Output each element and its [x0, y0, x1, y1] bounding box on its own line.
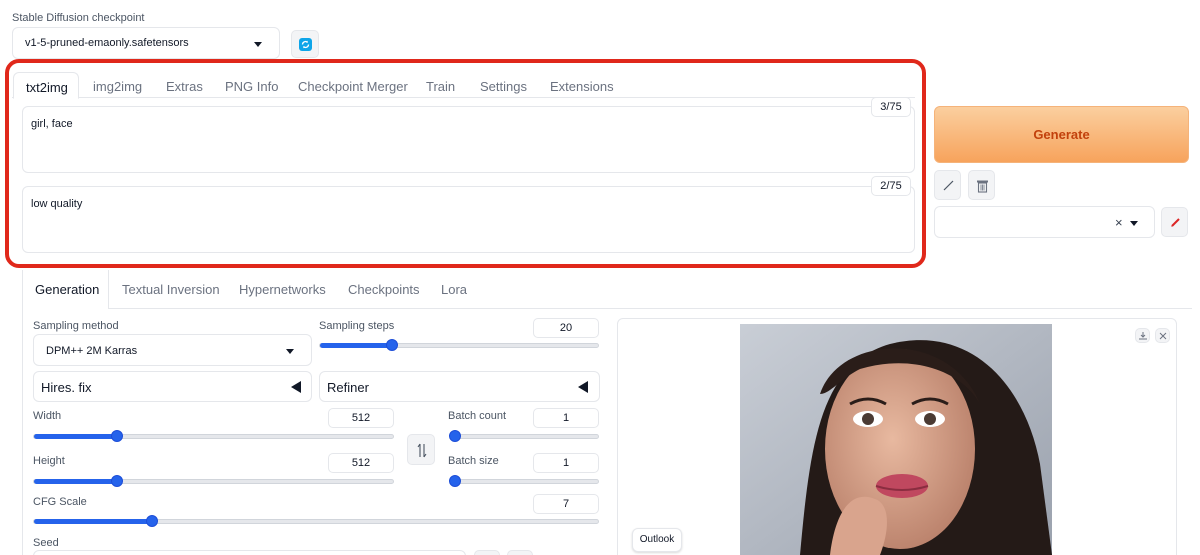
sampling-steps-label: Sampling steps — [319, 320, 395, 332]
prompt-token-counter: 3/75 — [871, 97, 911, 117]
tab-settings[interactable]: Settings — [480, 79, 527, 94]
clear-x-icon[interactable]: × — [1115, 215, 1123, 230]
slider-fill — [34, 434, 117, 439]
slider-thumb[interactable] — [386, 339, 399, 351]
width-label: Width — [33, 410, 62, 422]
seed-input[interactable] — [33, 550, 466, 555]
cfg-scale-input[interactable]: 7 — [533, 494, 599, 514]
pencil-line-icon — [943, 180, 954, 191]
refresh-icon — [299, 38, 312, 51]
apply-style-button[interactable] — [1161, 207, 1188, 237]
tab-extras[interactable]: Extras — [166, 79, 203, 94]
triangle-left-icon — [578, 381, 588, 393]
batch-size-input[interactable]: 1 — [533, 453, 599, 473]
width-slider[interactable] — [33, 430, 394, 442]
tab-checkpoint-merger[interactable]: Checkpoint Merger — [298, 79, 408, 94]
outlook-button[interactable]: Outlook — [632, 528, 682, 552]
checkpoint-select[interactable]: v1-5-pruned-emaonly.safetensors — [12, 27, 280, 59]
tab-png-info[interactable]: PNG Info — [225, 79, 278, 94]
batch-size-label: Batch size — [448, 455, 499, 467]
portrait-image — [740, 324, 1052, 555]
batch-count-input[interactable]: 1 — [533, 408, 599, 428]
sampling-method-value: DPM++ 2M Karras — [46, 345, 138, 357]
hires-fix-accordion[interactable]: Hires. fix — [33, 371, 312, 402]
tab-train[interactable]: Train — [426, 79, 455, 94]
sampling-steps-slider[interactable] — [319, 339, 599, 351]
slider-thumb[interactable] — [110, 430, 123, 442]
swap-dimensions-button[interactable] — [407, 434, 435, 465]
subtab-bar-line — [22, 308, 1192, 309]
checkpoint-value: v1-5-pruned-emaonly.safetensors — [25, 37, 189, 49]
subtab-textual-inversion[interactable]: Textual Inversion — [122, 282, 220, 297]
tab-bar-line — [12, 97, 915, 98]
close-button[interactable] — [1155, 328, 1170, 343]
slider-fill — [34, 519, 153, 524]
triangle-left-icon — [291, 381, 301, 393]
height-label: Height — [33, 455, 65, 467]
download-icon — [1139, 332, 1147, 340]
prompt-text: girl, face — [31, 118, 73, 130]
pencil-button[interactable] — [934, 170, 961, 200]
slider-thumb[interactable] — [449, 475, 461, 487]
checkpoint-label: Stable Diffusion checkpoint — [12, 12, 145, 24]
prompt-input[interactable]: girl, face — [22, 106, 915, 173]
sampling-method-label: Sampling method — [33, 320, 119, 332]
tab-extensions[interactable]: Extensions — [550, 79, 614, 94]
height-slider[interactable] — [33, 475, 394, 487]
refiner-accordion[interactable]: Refiner — [319, 371, 600, 402]
tab-img2img[interactable]: img2img — [93, 79, 142, 94]
batch-count-slider[interactable] — [449, 430, 599, 442]
brush-icon — [1171, 218, 1180, 227]
sampling-steps-input[interactable]: 20 — [533, 318, 599, 338]
close-icon — [1159, 332, 1167, 340]
panel-border-left — [22, 270, 23, 555]
trash-icon — [977, 180, 988, 193]
random-seed-button[interactable] — [474, 550, 500, 555]
slider-thumb[interactable] — [449, 430, 461, 442]
download-button[interactable] — [1135, 328, 1150, 343]
subtab-hypernetworks[interactable]: Hypernetworks — [239, 282, 326, 297]
batch-size-slider[interactable] — [449, 475, 599, 487]
slider-thumb[interactable] — [110, 475, 123, 487]
chevron-down-icon — [254, 42, 262, 47]
negative-prompt-input[interactable]: low quality — [22, 186, 915, 253]
chevron-down-icon — [1130, 221, 1138, 226]
subtab-generation[interactable]: Generation — [23, 270, 109, 309]
generated-image[interactable] — [740, 324, 1052, 555]
batch-count-label: Batch count — [448, 410, 507, 422]
seed-label: Seed — [33, 537, 59, 549]
negative-prompt-text: low quality — [31, 198, 83, 210]
styles-select[interactable]: × — [934, 206, 1155, 238]
height-input[interactable]: 512 — [328, 453, 394, 473]
reuse-seed-button[interactable] — [507, 550, 533, 555]
refresh-button[interactable] — [291, 30, 319, 58]
cfg-scale-label: CFG Scale — [33, 496, 87, 508]
width-input[interactable]: 512 — [328, 408, 394, 428]
cfg-scale-slider[interactable] — [33, 515, 599, 527]
subtab-lora[interactable]: Lora — [441, 282, 467, 297]
hires-fix-label: Hires. fix — [41, 380, 92, 395]
chevron-down-icon — [286, 349, 294, 354]
negative-token-counter: 2/75 — [871, 176, 911, 196]
generate-button[interactable]: Generate — [934, 106, 1189, 163]
swap-arrows-icon — [417, 443, 427, 458]
trash-button[interactable] — [968, 170, 995, 200]
slider-fill — [320, 343, 393, 348]
refiner-label: Refiner — [327, 380, 369, 395]
slider-fill — [34, 479, 117, 484]
sampling-method-select[interactable]: DPM++ 2M Karras — [33, 334, 312, 366]
slider-thumb[interactable] — [146, 515, 159, 527]
subtab-checkpoints[interactable]: Checkpoints — [348, 282, 420, 297]
tab-txt2img[interactable]: txt2img — [13, 72, 79, 99]
